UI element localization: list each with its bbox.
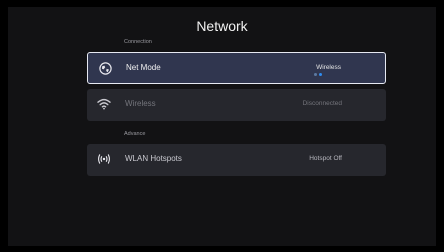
section-label-connection: Connection	[124, 39, 152, 45]
menu-item-label: Wireless	[125, 99, 156, 108]
menu-item-value: Wireless	[316, 64, 341, 71]
menu-item-label: Net Mode	[126, 63, 161, 72]
menu-item-value: Hotspot Off	[309, 155, 342, 162]
network-screen: Network Connection Net Mode Wireless Wir…	[8, 7, 436, 246]
wifi-icon	[97, 96, 111, 112]
menu-item-value: Disconnected	[302, 100, 342, 107]
globe-icon	[98, 60, 112, 76]
menu-item-wlan-hotspots[interactable]: WLAN Hotspots Hotspot Off	[87, 144, 386, 176]
menu-item-label: WLAN Hotspots	[125, 154, 182, 163]
hotspot-icon	[97, 151, 111, 167]
menu-item-wireless[interactable]: Wireless Disconnected	[87, 89, 386, 121]
page-indicator-dots	[314, 73, 322, 76]
section-label-advance: Advance	[124, 131, 146, 137]
indicator-dot	[314, 73, 317, 76]
page-title: Network	[196, 18, 248, 34]
menu-item-net-mode[interactable]: Net Mode Wireless	[87, 52, 386, 84]
indicator-dot-active	[319, 73, 322, 76]
